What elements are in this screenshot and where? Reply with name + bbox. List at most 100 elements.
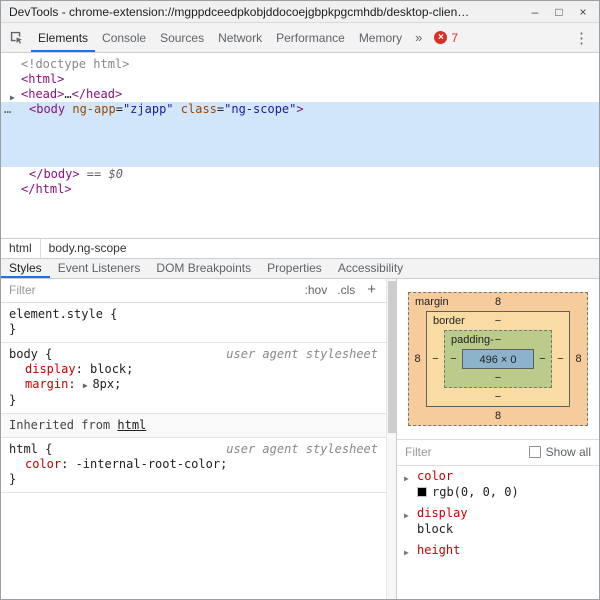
tree-row[interactable]: …<body ng-app="zjapp" class="ng-scope"> xyxy=(1,102,599,117)
inspect-element-icon[interactable] xyxy=(1,23,31,52)
margin-bottom-value[interactable]: 8 xyxy=(409,407,587,425)
tree-whitespace[interactable] xyxy=(1,117,599,167)
computed-filter-input[interactable] xyxy=(405,445,495,459)
computed-list: ▶colorrgb(0, 0, 0)▶displayblock▶height xyxy=(397,466,599,559)
computed-property-name: height xyxy=(417,543,460,557)
syntax-token: > xyxy=(296,102,303,116)
syntax-token: = xyxy=(116,102,123,116)
expand-arrow-icon[interactable]: ▶ xyxy=(404,472,409,486)
scrollbar-thumb[interactable] xyxy=(388,281,396,433)
border-left-value[interactable]: − xyxy=(427,353,444,365)
element-class-toggle[interactable]: .cls xyxy=(337,283,355,297)
inherited-from-text: Inherited from xyxy=(9,418,117,432)
styles-sections: element.style {} body {user agent stylesh… xyxy=(1,303,386,493)
padding-label: padding- xyxy=(451,334,494,346)
rule-selector[interactable]: element.style xyxy=(9,307,103,322)
tab-network[interactable]: Network xyxy=(211,23,269,52)
rule-open: element.style { xyxy=(9,307,382,322)
maximize-button[interactable]: □ xyxy=(547,2,571,22)
tab-accessibility[interactable]: Accessibility xyxy=(330,259,411,278)
padding-left-value[interactable]: − xyxy=(445,353,462,365)
box-model-padding[interactable]: padding- − − 496 × 0 − − xyxy=(444,330,552,388)
styles-scrollbar[interactable] xyxy=(386,279,396,600)
box-model-border[interactable]: border − − padding- − − 496 × 0 xyxy=(426,311,570,407)
minimize-button[interactable]: – xyxy=(523,2,547,22)
box-model: margin 8 8 border − − padding- − xyxy=(397,279,599,440)
computed-property[interactable]: ▶ height xyxy=(397,540,599,559)
computed-property[interactable]: ▶ display xyxy=(397,503,599,522)
close-button[interactable]: × xyxy=(571,2,595,22)
error-badge[interactable]: × 7 xyxy=(434,23,458,52)
main-toolbar: Elements Console Sources Network Perform… xyxy=(1,23,599,53)
tab-performance[interactable]: Performance xyxy=(269,23,352,52)
css-property-name: color xyxy=(25,457,61,471)
syntax-token: == $0 xyxy=(80,167,123,181)
title-bar: DevTools - chrome-extension://mgppdceedp… xyxy=(1,1,599,23)
tab-event-listeners[interactable]: Event Listeners xyxy=(50,259,149,278)
inherited-selector-link[interactable]: html xyxy=(117,418,146,432)
breadcrumb-body[interactable]: body.ng-scope xyxy=(40,239,135,258)
computed-property-name: display xyxy=(417,506,468,520)
border-bottom-value[interactable]: − xyxy=(427,388,569,406)
padding-bottom-value[interactable]: − xyxy=(445,369,551,387)
border-right-value[interactable]: − xyxy=(552,353,569,365)
rule-close: } xyxy=(9,472,382,487)
style-rule: html {user agent stylesheetcolor: -inter… xyxy=(1,438,386,493)
css-property-value: -internal-root-color xyxy=(76,457,221,471)
expand-arrow-icon[interactable]: ▶ xyxy=(404,509,409,523)
rule-selector[interactable]: body xyxy=(9,347,38,362)
syntax-token: <body xyxy=(29,102,65,116)
overflow-menu-icon[interactable]: ⋮ xyxy=(564,23,599,52)
tab-elements[interactable]: Elements xyxy=(31,23,95,52)
stylesheet-origin: user agent stylesheet xyxy=(226,442,382,457)
rule-open: body {user agent stylesheet xyxy=(9,347,382,362)
margin-left-value[interactable]: 8 xyxy=(409,353,426,365)
pseudo-state-toggle[interactable]: :hov xyxy=(305,283,328,297)
breadcrumb-html[interactable]: html xyxy=(1,239,40,258)
box-model-margin[interactable]: margin 8 8 border − − padding- − xyxy=(408,292,588,426)
node-menu-icon[interactable]: … xyxy=(4,102,10,117)
tab-dom-breakpoints[interactable]: DOM Breakpoints xyxy=(148,259,259,278)
computed-property[interactable]: ▶color xyxy=(397,466,599,485)
rule-selector[interactable]: html xyxy=(9,442,38,457)
css-declaration[interactable]: margin: ▶ 8px; xyxy=(9,377,382,393)
tab-styles[interactable]: Styles xyxy=(1,259,50,278)
devtools-window: DevTools - chrome-extension://mgppdceedp… xyxy=(0,0,600,600)
rule-open: html {user agent stylesheet xyxy=(9,442,382,457)
tab-sources[interactable]: Sources xyxy=(153,23,211,52)
syntax-token: </head> xyxy=(72,87,123,101)
margin-label: margin xyxy=(415,296,449,308)
css-declaration[interactable]: color: -internal-root-color; xyxy=(9,457,382,472)
css-property-name: display xyxy=(25,362,76,376)
expand-arrow-icon[interactable]: ▶ xyxy=(404,546,409,560)
tree-row[interactable]: ▶<head>…</head> xyxy=(1,87,599,102)
shorthand-expand-icon[interactable]: ▶ xyxy=(83,381,93,390)
tab-memory[interactable]: Memory xyxy=(352,23,409,52)
more-tabs-icon[interactable]: » xyxy=(409,23,428,52)
window-title: DevTools - chrome-extension://mgppdceedp… xyxy=(9,5,523,19)
css-property-name: margin xyxy=(25,377,68,391)
border-label: border xyxy=(433,315,465,327)
tree-row[interactable]: </body> == $0 xyxy=(1,167,599,182)
tree-row[interactable]: <html> xyxy=(1,72,599,87)
box-model-content[interactable]: 496 × 0 xyxy=(462,349,534,369)
tab-properties[interactable]: Properties xyxy=(259,259,330,278)
tree-row[interactable]: <!doctype html> xyxy=(1,57,599,72)
syntax-token: <html> xyxy=(21,72,64,86)
margin-right-value[interactable]: 8 xyxy=(570,353,587,365)
syntax-token: <head> xyxy=(21,87,64,101)
inherited-from-header: Inherited from html xyxy=(1,414,386,438)
styles-split-view: :hov .cls + element.style {} body {user a… xyxy=(1,279,599,600)
css-declaration[interactable]: display: block; xyxy=(9,362,382,377)
tree-row[interactable]: </html> xyxy=(1,182,599,197)
padding-right-value[interactable]: − xyxy=(534,353,551,365)
tab-console[interactable]: Console xyxy=(95,23,153,52)
new-style-rule-button[interactable]: + xyxy=(367,283,376,297)
elements-tree: <!doctype html><html>▶<head>…</head>… <bo… xyxy=(1,57,599,197)
syntax-token: <!doctype html> xyxy=(21,57,129,71)
styles-filter-input[interactable] xyxy=(9,283,295,297)
rule-close: } xyxy=(9,322,382,337)
breadcrumb: html body.ng-scope xyxy=(1,238,599,258)
show-all-checkbox[interactable] xyxy=(529,446,541,458)
computed-sidebar: margin 8 8 border − − padding- − xyxy=(397,279,599,600)
